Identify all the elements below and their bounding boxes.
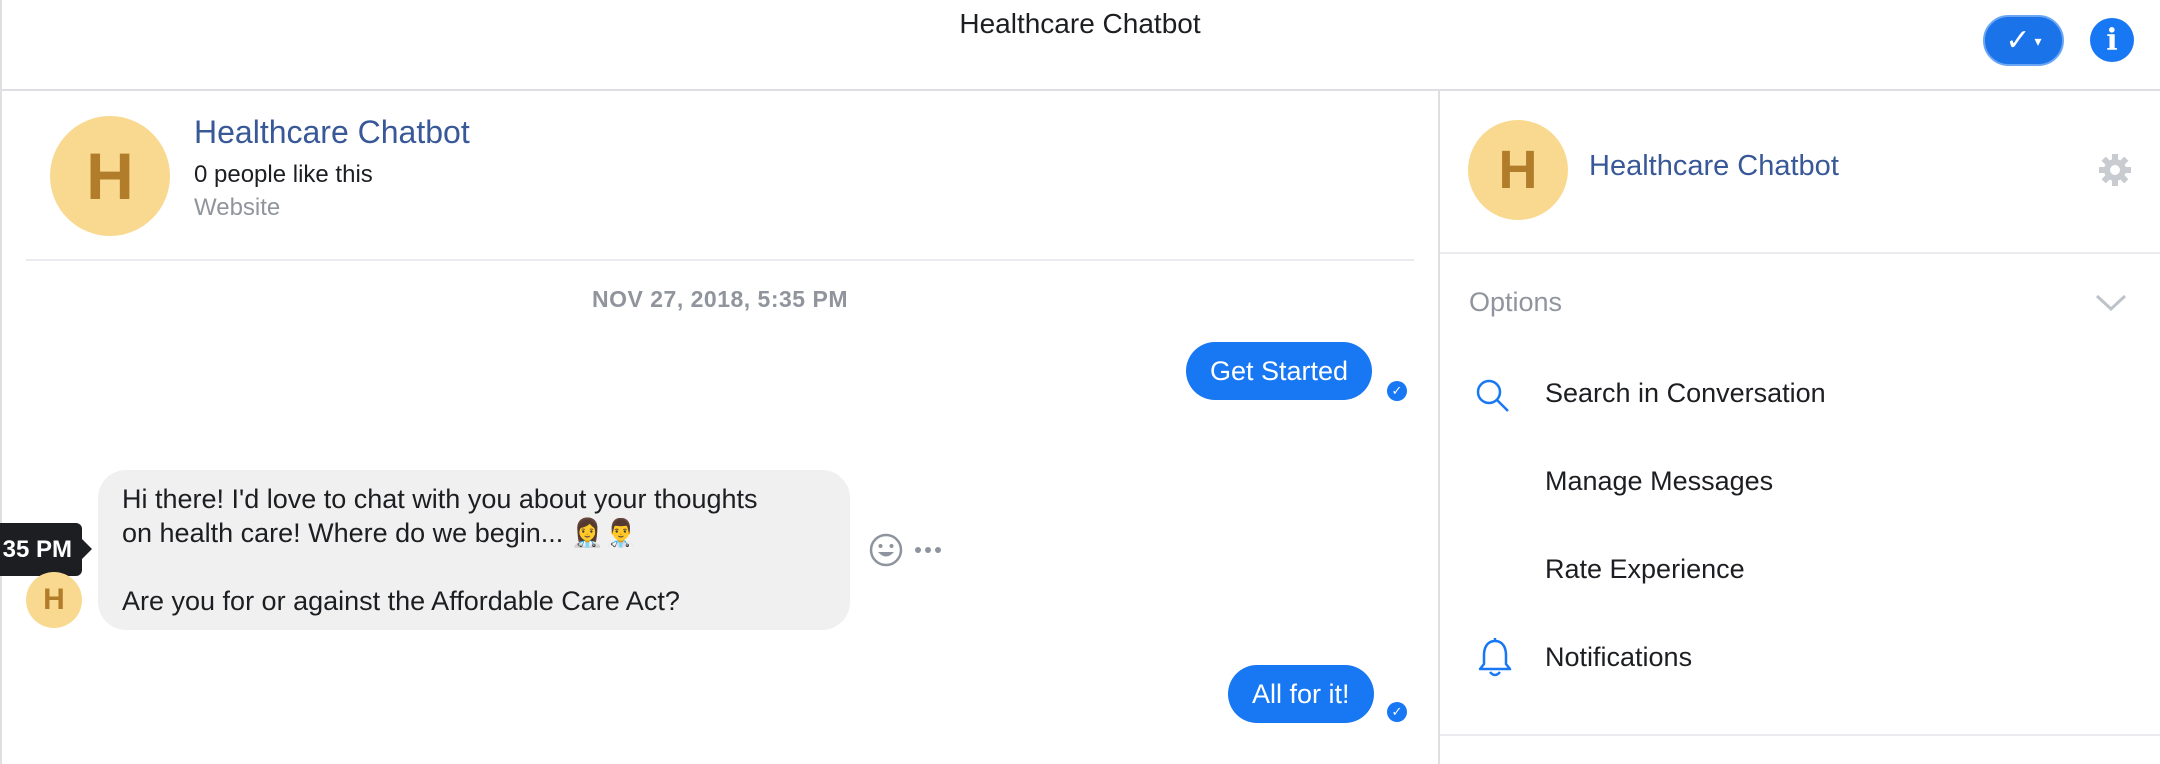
info-button[interactable]: i: [2090, 18, 2134, 62]
seen-check-icon: ✓: [1387, 381, 1407, 401]
time-tooltip: 35 PM: [0, 523, 92, 576]
options-section-label[interactable]: Options: [1469, 287, 1562, 318]
gear-icon[interactable]: [2097, 152, 2133, 188]
page-name-link[interactable]: Healthcare Chatbot: [194, 114, 470, 151]
message-line: Are you for or against the Affordable Ca…: [122, 586, 680, 616]
more-options-icon[interactable]: [913, 545, 943, 555]
check-icon: ✓: [2005, 24, 2031, 57]
menu-item-search-in-conversation[interactable]: Search in Conversation: [1545, 378, 1826, 409]
menu-item-rate-experience[interactable]: Rate Experience: [1545, 554, 1745, 585]
panel-divider: [1438, 91, 1440, 764]
message-line: Hi there! I'd love to chat with you abou…: [122, 484, 758, 514]
bot-avatar[interactable]: H: [26, 572, 82, 628]
caret-down-icon: ▾: [2034, 33, 2042, 49]
sidebar-divider: [1440, 734, 2160, 736]
chevron-down-icon[interactable]: [2094, 290, 2128, 314]
conversation-timestamp: NOV 27, 2018, 5:35 PM: [592, 286, 848, 312]
page-avatar[interactable]: H: [50, 116, 170, 236]
sidebar-avatar[interactable]: H: [1468, 120, 1568, 220]
seen-check-icon: ✓: [1387, 702, 1407, 722]
message-bubble-outgoing[interactable]: Get Started: [1186, 342, 1373, 400]
message-line: on health care! Where do we begin... 👩‍⚕…: [122, 518, 639, 548]
page-category: Website: [194, 194, 281, 221]
menu-item-manage-messages[interactable]: Manage Messages: [1545, 466, 1773, 497]
window-title: Healthcare Chatbot: [959, 8, 1201, 39]
sidebar-page-name[interactable]: Healthcare Chatbot: [1589, 150, 1839, 183]
sidebar-divider: [1440, 252, 2160, 254]
bell-icon: [1478, 638, 1512, 677]
status-check-button[interactable]: ✓ ▾: [1983, 15, 2064, 66]
left-edge-divider: [0, 91, 2, 764]
message-bubble-outgoing[interactable]: All for it!: [1228, 665, 1374, 723]
emoji-reaction-icon[interactable]: [869, 533, 903, 567]
search-icon: [1476, 379, 1509, 412]
menu-item-notifications[interactable]: Notifications: [1545, 642, 1692, 673]
message-bubble-incoming[interactable]: Hi there! I'd love to chat with you abou…: [98, 470, 850, 630]
page-likes: 0 people like this: [194, 161, 373, 188]
header-divider: [26, 259, 1414, 261]
